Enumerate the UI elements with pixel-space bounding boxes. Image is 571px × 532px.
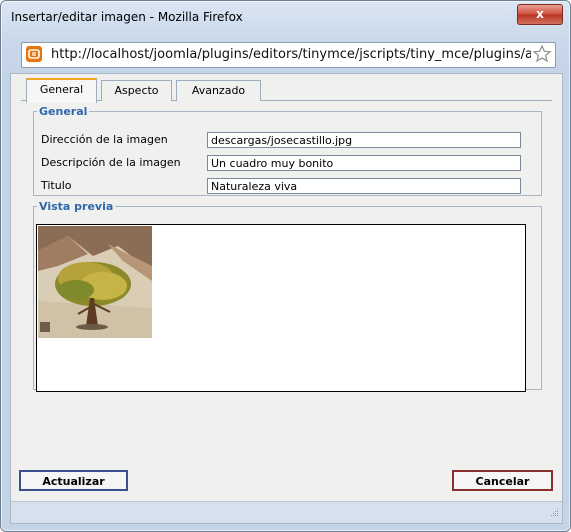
- general-legend: General: [39, 105, 88, 118]
- cancel-button[interactable]: Cancelar: [452, 470, 553, 491]
- tab-aspecto-label: Aspecto: [114, 84, 159, 97]
- tab-avanzado[interactable]: Avanzado: [176, 80, 261, 101]
- tab-general-label: General: [39, 83, 84, 96]
- browser-popup-window: Insertar/editar imagen - Mozilla Firefox…: [0, 0, 571, 532]
- image-title-input[interactable]: Naturaleza viva: [207, 178, 521, 194]
- star-icon[interactable]: [532, 44, 552, 68]
- image-title-label: Titulo: [41, 179, 72, 192]
- image-description-label: Descripción de la imagen: [41, 156, 181, 169]
- dialog-content: General Aspecto Avanzado General Direcci…: [10, 73, 563, 503]
- image-url-input[interactable]: descargas/josecastillo.jpg: [207, 132, 521, 148]
- firefox-page-icon: [26, 46, 42, 62]
- image-url-label: Dirección de la imagen: [41, 133, 168, 146]
- close-icon: x: [536, 7, 544, 21]
- status-bar: [10, 501, 563, 524]
- title-bar[interactable]: Insertar/editar imagen - Mozilla Firefox…: [1, 1, 570, 31]
- address-bar[interactable]: http://localhost/joomla/plugins/editors/…: [21, 42, 556, 68]
- preview-legend: Vista previa: [39, 200, 114, 213]
- preview-image: [38, 226, 152, 338]
- update-button[interactable]: Actualizar: [19, 470, 128, 491]
- image-description-input[interactable]: Un cuadro muy bonito: [207, 155, 521, 171]
- resize-grip-icon[interactable]: [549, 502, 559, 521]
- window-title: Insertar/editar imagen - Mozilla Firefox: [11, 10, 243, 24]
- preview-fieldset: Vista previa: [33, 200, 542, 392]
- preview-area: [36, 224, 526, 392]
- tab-avanzado-label: Avanzado: [191, 84, 246, 97]
- tab-aspecto[interactable]: Aspecto: [101, 80, 172, 101]
- general-fieldset: General Dirección de la imagen descargas…: [33, 105, 542, 196]
- tab-general[interactable]: General: [26, 78, 97, 103]
- url-text: http://localhost/joomla/plugins/editors/…: [51, 47, 531, 62]
- close-button[interactable]: x: [517, 4, 563, 25]
